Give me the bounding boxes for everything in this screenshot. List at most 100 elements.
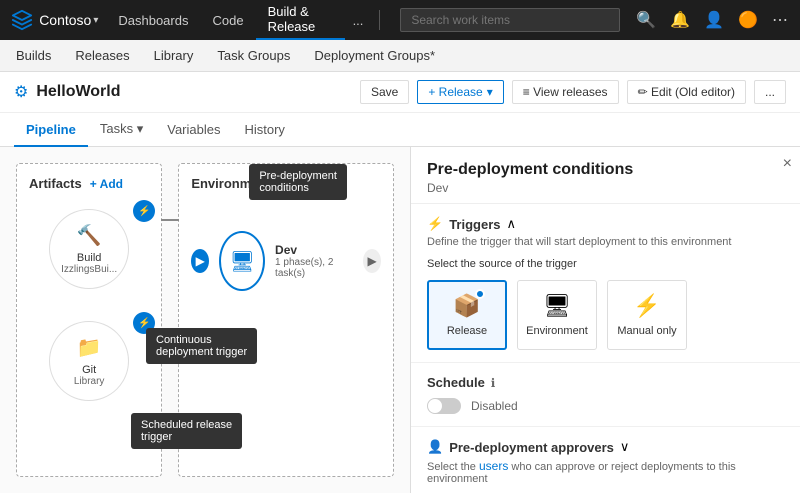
subnav-task-groups[interactable]: Task Groups — [213, 40, 294, 71]
page-title-area: ⚙ HelloWorld — [14, 82, 121, 102]
top-navigation: Contoso ▾ Dashboards Code Build & Releas… — [0, 0, 800, 40]
approvers-section-name: Pre-deployment approvers — [449, 440, 614, 455]
artifacts-section-title: Artifacts + Add — [29, 176, 149, 191]
scheduled-callout-text: Scheduled releasetrigger — [141, 419, 232, 443]
connector-line — [161, 219, 179, 221]
predeployment-callout-text: Pre-deploymentconditions — [259, 170, 337, 194]
trigger-environment-option[interactable]: 🖥 Environment — [517, 280, 597, 350]
search-icon[interactable]: 🔍 — [632, 6, 660, 34]
trigger-select-label: Select the source of the trigger — [427, 258, 784, 270]
nav-dashboards[interactable]: Dashboards — [106, 0, 200, 40]
page-title: HelloWorld — [36, 83, 120, 101]
org-name[interactable]: Contoso — [39, 12, 91, 28]
page-header: ⚙ HelloWorld Save + Release ▾ ≡ View rel… — [0, 72, 800, 113]
continuous-deployment-callout: Continuousdeployment trigger — [146, 328, 257, 364]
dev-env-icon: 🖥 — [229, 249, 254, 274]
triggers-icon: ⚡ — [427, 216, 443, 232]
dev-env-label: Dev — [275, 243, 343, 257]
settings-icon[interactable]: ⋯ — [768, 6, 792, 34]
release-button-label: + Release — [428, 85, 482, 99]
nav-code[interactable]: Code — [200, 0, 255, 40]
scheduled-release-callout: Scheduled releasetrigger — [131, 413, 242, 449]
more-actions-button[interactable]: ... — [754, 80, 786, 104]
view-releases-button[interactable]: ≡ View releases — [512, 80, 619, 104]
trigger-release-option[interactable]: 📦 Release — [427, 280, 507, 350]
build-artifact-node[interactable]: 🔨 Build IzzlingsBui... — [49, 209, 129, 289]
panel-title: Pre-deployment conditions — [427, 161, 784, 179]
nav-links: Dashboards Code Build & Release ... — [106, 0, 371, 40]
search-box — [400, 8, 620, 32]
pipeline-icon: ⚙ — [14, 82, 28, 102]
nav-divider — [379, 10, 380, 30]
nav-more[interactable]: ... — [345, 13, 372, 28]
triggers-chevron-icon[interactable]: ∧ — [506, 216, 516, 232]
avatar[interactable]: 🟠 — [734, 6, 762, 34]
trigger-manual-option[interactable]: ⚡ Manual only — [607, 280, 687, 350]
close-panel-button[interactable]: × — [783, 155, 792, 173]
subnav-builds[interactable]: Builds — [12, 40, 55, 71]
tab-variables[interactable]: Variables — [155, 114, 232, 147]
subnav-releases[interactable]: Releases — [71, 40, 133, 71]
dev-environment-node[interactable]: 🖥 — [219, 231, 265, 291]
top-nav-icons: 🔍 🔔 👤 🟠 ⋯ — [632, 6, 792, 34]
schedule-row: Disabled — [427, 398, 784, 414]
schedule-status-label: Disabled — [471, 399, 518, 413]
build-sublabel: IzzlingsBui... — [61, 264, 117, 275]
environment-trigger-icon: 🖥 — [543, 293, 571, 319]
continuous-callout-text: Continuousdeployment trigger — [156, 334, 247, 358]
manual-option-label: Manual only — [617, 325, 676, 337]
release-option-label: Release — [447, 325, 487, 337]
schedule-section-name: Schedule — [427, 375, 485, 390]
environment-option-label: Environment — [526, 325, 588, 337]
edit-button[interactable]: ✏ Edit (Old editor) — [627, 80, 746, 104]
predeployment-callout: Pre-deploymentconditions — [249, 164, 347, 200]
manual-trigger-icon: ⚡ — [633, 293, 660, 319]
page-actions: Save + Release ▾ ≡ View releases ✏ Edit … — [360, 80, 786, 104]
search-input[interactable] — [400, 8, 620, 32]
git-icon: 📁 — [77, 335, 102, 360]
subnav-library[interactable]: Library — [150, 40, 198, 71]
approvers-section: 👤 Pre-deployment approvers ∨ Select the … — [411, 427, 800, 493]
tab-pipeline[interactable]: Pipeline — [14, 114, 88, 147]
app-icon[interactable] — [8, 5, 35, 35]
approvers-chevron-icon[interactable]: ∨ — [620, 439, 630, 455]
org-chevron-icon[interactable]: ▾ — [93, 15, 98, 26]
tab-tasks-label: Tasks ▾ — [100, 121, 143, 136]
schedule-toggle[interactable] — [427, 398, 461, 414]
trigger-release-icon-wrapper: 📦 — [453, 293, 480, 319]
approvers-description: Select the users Select the users who ca… — [427, 459, 784, 485]
schedule-info-icon: ℹ — [491, 376, 496, 390]
add-artifact-button[interactable]: + Add — [90, 177, 123, 191]
trigger-options: 📦 Release 🖥 Environment ⚡ Manual only — [427, 280, 784, 350]
triggers-section: ⚡ Triggers ∧ Define the trigger that wil… — [411, 204, 800, 363]
git-artifact-node[interactable]: 📁 Git Library — [49, 321, 129, 401]
dev-env-info: Dev 1 phase(s), 2 task(s) — [275, 243, 343, 279]
build-trigger-badge[interactable]: ⚡ — [133, 200, 155, 222]
notification-icon[interactable]: 🔔 — [666, 6, 694, 34]
postdeployment-trigger-icon[interactable]: ▶ — [363, 249, 381, 273]
user-icon[interactable]: 👤 — [700, 6, 728, 34]
build-icon: 🔨 — [77, 223, 102, 248]
panel-header: Pre-deployment conditions Dev — [411, 147, 800, 204]
triggers-section-header: ⚡ Triggers ∧ — [427, 216, 784, 232]
nav-build-release[interactable]: Build & Release — [256, 0, 345, 40]
schedule-section: Schedule ℹ Disabled — [411, 363, 800, 427]
approvers-link[interactable]: users — [479, 459, 508, 473]
dev-env-sublabel: 1 phase(s), 2 task(s) — [275, 257, 343, 279]
tab-tasks[interactable]: Tasks ▾ — [88, 113, 155, 147]
release-button[interactable]: + Release ▾ — [417, 80, 503, 104]
triggers-description: Define the trigger that will start deplo… — [427, 236, 784, 248]
subnav-deployment-groups[interactable]: Deployment Groups* — [310, 40, 439, 71]
approvers-section-header: 👤 Pre-deployment approvers ∨ — [427, 439, 784, 455]
pipeline-tabs: Pipeline Tasks ▾ Variables History — [0, 113, 800, 147]
panel-subtitle: Dev — [427, 181, 784, 195]
release-chevron-icon: ▾ — [487, 85, 493, 99]
right-panel: × Pre-deployment conditions Dev ⚡ Trigge… — [410, 147, 800, 493]
tab-history[interactable]: History — [232, 114, 296, 147]
approvers-icon: 👤 — [427, 439, 443, 455]
predeployment-trigger-icon[interactable]: ▶ — [191, 249, 209, 273]
toggle-thumb — [428, 399, 442, 413]
triggers-section-name: Triggers — [449, 217, 500, 232]
release-selected-dot — [475, 289, 485, 299]
save-button[interactable]: Save — [360, 80, 409, 104]
